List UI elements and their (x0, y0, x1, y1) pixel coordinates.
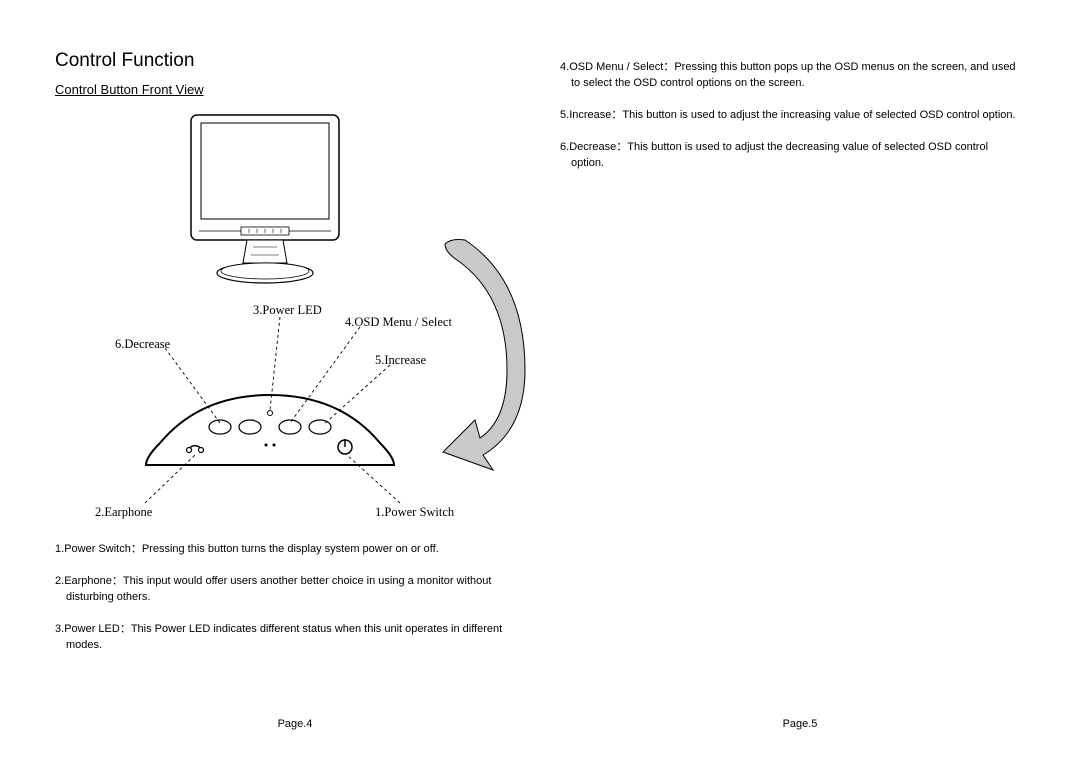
page-number-right: Page.5 (560, 718, 1040, 730)
label-power-switch: 1.Power Switch (375, 505, 454, 520)
desc-item-2: 2.Earphone：This input would offer users … (55, 574, 530, 606)
monitor-icon (185, 111, 345, 286)
description-list-right: 4.OSD Menu / Select：Pressing this button… (560, 60, 1020, 188)
zoom-arrow-icon (435, 220, 545, 480)
page-title: Control Function (55, 50, 535, 72)
label-osd-menu: 4.OSD Menu / Select (345, 315, 452, 330)
label-increase: 5.Increase (375, 353, 426, 368)
desc-item-3: 3.Power LED：This Power LED indicates dif… (55, 622, 530, 654)
label-decrease: 6.Decrease (115, 337, 170, 352)
desc-item-5: 5.Increase：This button is used to adjust… (560, 108, 1020, 124)
control-panel-icon (140, 385, 400, 475)
page-subtitle: Control Button Front View (55, 82, 535, 97)
page-right: 4.OSD Menu / Select：Pressing this button… (560, 50, 1040, 730)
label-earphone: 2.Earphone (95, 505, 152, 520)
label-power-led: 3.Power LED (253, 303, 322, 318)
desc-item-6: 6.Decrease：This button is used to adjust… (560, 140, 1020, 172)
page-left: Control Function Control Button Front Vi… (55, 50, 535, 730)
page-number-left: Page.4 (55, 718, 535, 730)
desc-item-1: 1.Power Switch：Pressing this button turn… (55, 542, 530, 558)
description-list-left: 1.Power Switch：Pressing this button turn… (55, 542, 530, 670)
diagram-area: 3.Power LED 4.OSD Menu / Select 5.Increa… (55, 105, 535, 525)
desc-item-4: 4.OSD Menu / Select：Pressing this button… (560, 60, 1020, 92)
